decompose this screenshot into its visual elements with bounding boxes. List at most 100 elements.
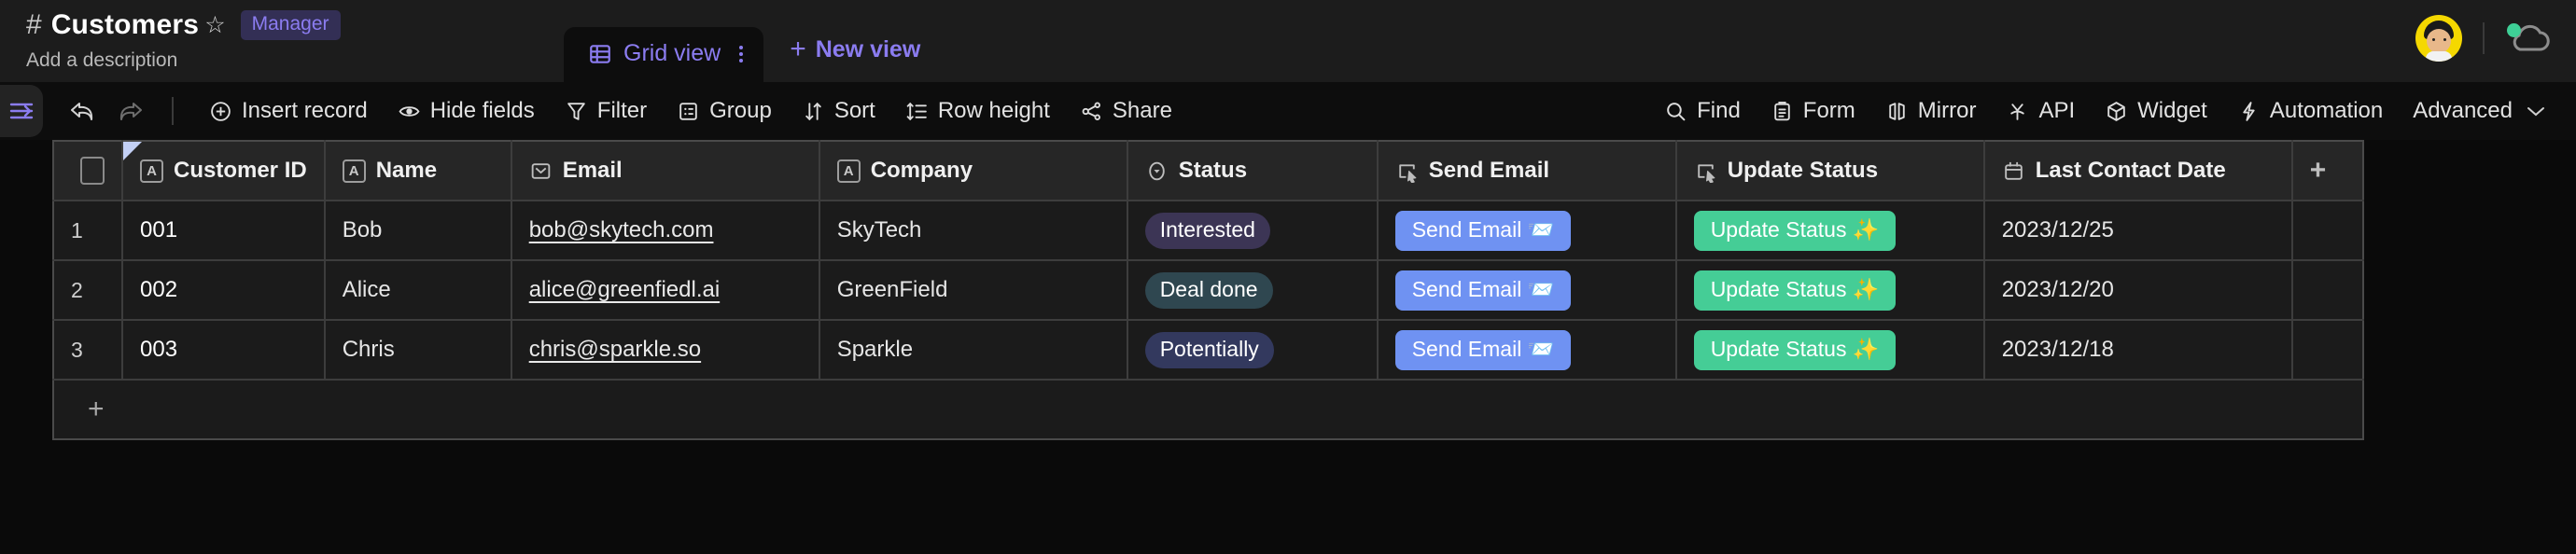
toolbar-form[interactable]: Form xyxy=(1756,92,1870,130)
cell-name[interactable]: Alice xyxy=(324,260,512,321)
row-spacer xyxy=(2291,320,2363,381)
cell-customer-id[interactable]: 002 xyxy=(122,260,326,321)
toolbar-filter[interactable]: Filter xyxy=(550,92,662,130)
mirror-icon xyxy=(1885,100,1909,123)
redo-arrow-icon[interactable] xyxy=(106,90,155,132)
toolbar-row-height[interactable]: Row height xyxy=(890,92,1065,130)
cloud-sync-icon[interactable] xyxy=(2505,21,2554,55)
toolbar-hide-fields[interactable]: Hide fields xyxy=(383,92,550,130)
button-field-icon xyxy=(1694,159,1717,183)
text-field-icon: A xyxy=(342,159,366,183)
description-placeholder[interactable]: Add a description xyxy=(26,49,341,72)
cell-email[interactable]: bob@skytech.com xyxy=(511,201,820,261)
table-row[interactable]: 3 003 Chris chris@sparkle.so Sparkle Pot… xyxy=(53,320,2363,381)
star-icon[interactable]: ☆ xyxy=(204,11,225,39)
checkbox-icon[interactable] xyxy=(80,157,105,185)
toolbar-widget[interactable]: Widget xyxy=(2090,92,2222,130)
update-status-button[interactable]: Update Status ✨ xyxy=(1693,329,1897,370)
search-icon xyxy=(1664,100,1687,123)
cell-last-contact-date[interactable]: 2023/12/18 xyxy=(1983,320,2293,381)
column-header-status[interactable]: Status xyxy=(1127,141,1379,201)
column-header-update-status[interactable]: Update Status xyxy=(1675,141,1985,201)
cell-last-contact-date[interactable]: 2023/12/25 xyxy=(1983,201,2293,261)
column-header-name[interactable]: A Name xyxy=(324,141,512,201)
select-all-header[interactable] xyxy=(53,141,123,201)
email-link[interactable]: alice@greenfiedl.ai xyxy=(529,277,720,302)
column-header-customer-id[interactable]: A Customer ID xyxy=(122,141,326,201)
more-vertical-icon[interactable] xyxy=(739,45,744,62)
text-field-icon: A xyxy=(836,159,861,183)
row-number: 1 xyxy=(53,201,123,261)
toolbar-group[interactable]: Group xyxy=(662,92,787,130)
cell-customer-id[interactable]: 003 xyxy=(122,320,326,381)
column-header-company[interactable]: A Company xyxy=(819,141,1128,201)
column-header-label: Customer ID xyxy=(174,158,307,183)
cell-status[interactable]: Potentially xyxy=(1127,320,1379,381)
grid-container: A Customer ID A Name Email A Company Sta… xyxy=(0,140,2576,440)
column-header-last-contact-date[interactable]: Last Contact Date xyxy=(1983,141,2293,201)
toolbar-advanced-label: Advanced xyxy=(2413,98,2513,123)
avatar-face xyxy=(2427,29,2451,53)
column-header-email[interactable]: Email xyxy=(511,141,820,201)
cell-send-email[interactable]: Send Email 📨 xyxy=(1377,320,1677,381)
tab-grid-view[interactable]: Grid view xyxy=(564,27,764,82)
add-field-button[interactable]: + xyxy=(2291,141,2363,201)
column-header-label: Email xyxy=(562,158,623,183)
email-link[interactable]: chris@sparkle.so xyxy=(529,337,701,362)
toolbar-sort[interactable]: Sort xyxy=(787,92,890,130)
send-email-button[interactable]: Send Email 📨 xyxy=(1394,329,1572,370)
cell-update-status[interactable]: Update Status ✨ xyxy=(1675,320,1985,381)
cell-email[interactable]: chris@sparkle.so xyxy=(511,320,820,381)
cell-name[interactable]: Bob xyxy=(324,201,512,261)
eye-icon xyxy=(398,100,421,123)
cell-status[interactable]: Interested xyxy=(1127,201,1379,261)
lightning-icon xyxy=(2237,100,2261,123)
cell-name[interactable]: Chris xyxy=(324,320,512,381)
toolbar-insert-record[interactable]: Insert record xyxy=(194,92,383,130)
toolbar: Insert record Hide fields Filter Group S… xyxy=(0,82,2576,140)
cell-email[interactable]: alice@greenfiedl.ai xyxy=(511,260,820,321)
table-row[interactable]: 2 002 Alice alice@greenfiedl.ai GreenFie… xyxy=(53,260,2363,321)
undo-arrow-icon[interactable] xyxy=(58,90,106,132)
row-number: 3 xyxy=(53,320,123,381)
toolbar-right-group: Find Form Mirror API Widget Automation A… xyxy=(1649,92,2576,130)
cell-last-contact-date[interactable]: 2023/12/20 xyxy=(1983,260,2293,321)
cell-send-email[interactable]: Send Email 📨 xyxy=(1377,260,1677,321)
cell-update-status[interactable]: Update Status ✨ xyxy=(1675,260,1985,321)
send-email-button[interactable]: Send Email 📨 xyxy=(1394,270,1572,311)
cell-send-email[interactable]: Send Email 📨 xyxy=(1377,201,1677,261)
cell-update-status[interactable]: Update Status ✨ xyxy=(1675,201,1985,261)
cell-company[interactable]: SkyTech xyxy=(819,201,1128,261)
records-table: A Customer ID A Name Email A Company Sta… xyxy=(52,140,2364,440)
cell-customer-id[interactable]: 001 xyxy=(122,201,326,261)
cell-status[interactable]: Deal done xyxy=(1127,260,1379,321)
toolbar-automation[interactable]: Automation xyxy=(2222,92,2398,130)
send-email-button[interactable]: Send Email 📨 xyxy=(1394,210,1572,251)
cell-company[interactable]: GreenField xyxy=(819,260,1128,321)
toolbar-widget-label: Widget xyxy=(2137,98,2207,123)
toolbar-insert-record-label: Insert record xyxy=(242,98,368,123)
sidebar-collapse-icon[interactable] xyxy=(0,85,43,137)
hash-icon: # xyxy=(26,9,42,40)
update-status-button[interactable]: Update Status ✨ xyxy=(1693,270,1897,311)
status-badge: Interested xyxy=(1144,212,1270,249)
toolbar-mirror[interactable]: Mirror xyxy=(1870,92,1992,130)
toolbar-share[interactable]: Share xyxy=(1065,92,1187,130)
email-link[interactable]: bob@skytech.com xyxy=(529,217,714,242)
new-view-button[interactable]: + New view xyxy=(763,35,920,82)
toolbar-api[interactable]: API xyxy=(1991,92,2090,130)
user-avatar[interactable] xyxy=(2415,15,2462,62)
add-row-button[interactable]: + xyxy=(53,380,2363,439)
plus-icon: + xyxy=(790,34,806,64)
toolbar-advanced[interactable]: Advanced xyxy=(2398,92,2561,130)
column-header-send-email[interactable]: Send Email xyxy=(1377,141,1677,201)
title-block: # Customers ☆ Manager Add a description xyxy=(0,0,341,72)
add-row[interactable]: + xyxy=(53,380,2363,439)
cell-company[interactable]: Sparkle xyxy=(819,320,1128,381)
table-row[interactable]: 1 001 Bob bob@skytech.com SkyTech Intere… xyxy=(53,201,2363,261)
toolbar-find[interactable]: Find xyxy=(1649,92,1756,130)
plus-icon: + xyxy=(2309,155,2327,186)
sync-status-dot xyxy=(2507,23,2521,37)
funnel-icon xyxy=(565,100,588,123)
update-status-button[interactable]: Update Status ✨ xyxy=(1693,210,1897,251)
